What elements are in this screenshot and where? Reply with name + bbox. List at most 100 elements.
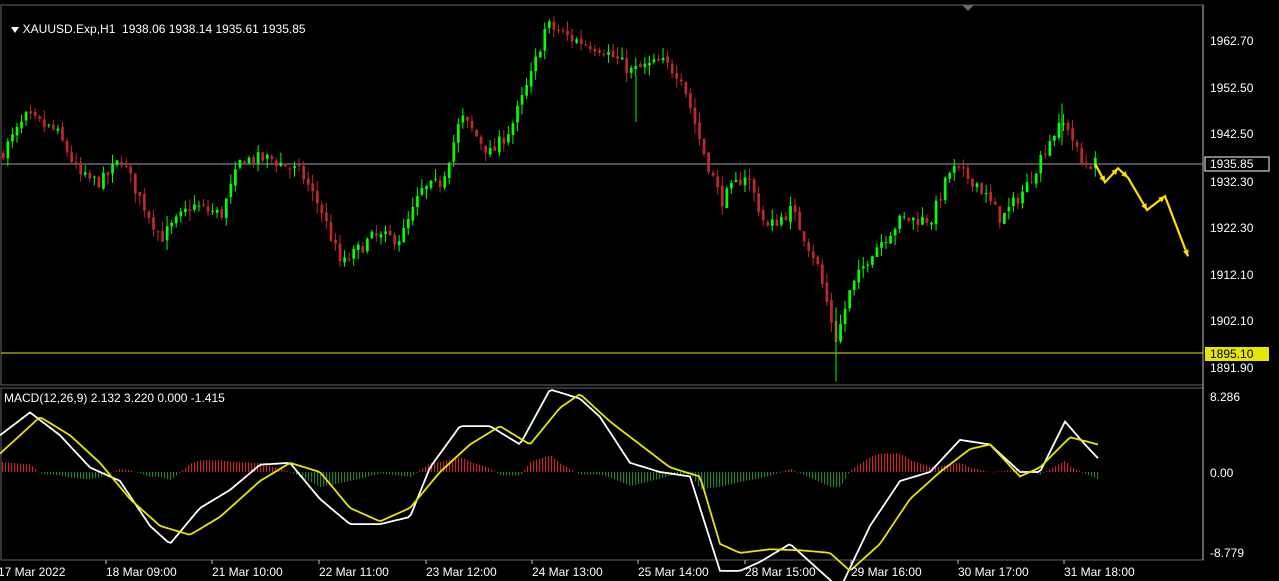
histogram-bar	[512, 472, 514, 476]
candle-body	[770, 219, 774, 226]
histogram-bar	[986, 471, 988, 472]
forecast-arrows[interactable]	[1094, 163, 1190, 257]
candle-body	[798, 211, 801, 230]
histogram-bar	[1094, 472, 1096, 478]
histogram-bar	[959, 462, 961, 472]
shift-marker-icon[interactable]	[962, 5, 974, 11]
histogram-bar	[317, 472, 319, 486]
histogram-bar	[35, 469, 37, 472]
histogram-bar	[569, 468, 571, 472]
candle-body	[871, 256, 874, 265]
candle-body	[202, 204, 205, 206]
candle-body	[707, 152, 710, 172]
histogram-bar	[152, 472, 154, 477]
histogram-bar	[170, 472, 172, 481]
histogram-bar	[761, 472, 763, 478]
histogram-bar	[641, 472, 643, 484]
candle-body	[607, 51, 610, 55]
candle-body	[689, 93, 692, 109]
histogram-bar	[419, 470, 421, 472]
histogram-bar	[995, 471, 997, 473]
histogram-bar	[794, 470, 796, 472]
histogram-bar	[1082, 472, 1084, 473]
candle-body	[538, 51, 542, 58]
histogram-bar	[227, 461, 229, 472]
histogram-bar	[938, 466, 940, 472]
candle-body	[962, 166, 965, 169]
histogram-bar	[344, 472, 346, 483]
histogram-bar	[62, 472, 64, 476]
histogram-bar	[116, 470, 118, 472]
candle-body	[288, 168, 292, 170]
histogram-bar	[779, 472, 781, 473]
histogram-bar	[50, 472, 52, 475]
time-label: 23 Mar 12:00	[426, 565, 497, 579]
histogram-bar	[827, 472, 829, 486]
histogram-bar	[734, 472, 736, 484]
candle-body	[993, 201, 997, 205]
candle-body	[634, 65, 638, 70]
histogram-bar	[1085, 472, 1087, 474]
histogram-bar	[161, 472, 163, 478]
histogram-bar	[383, 472, 385, 474]
histogram-bar	[788, 469, 790, 472]
histogram-bar	[713, 472, 715, 488]
histogram-bar	[509, 472, 511, 476]
candle-body	[661, 57, 665, 61]
histogram-bar	[719, 472, 721, 487]
candle-body	[684, 82, 688, 94]
histogram-bar	[623, 472, 625, 484]
histogram-bar	[47, 472, 49, 475]
candle-body	[406, 219, 410, 229]
candle-body	[429, 180, 433, 188]
histogram-bar	[962, 463, 964, 472]
histogram-bar	[191, 463, 193, 472]
candle-body	[420, 188, 424, 195]
candle-body	[980, 183, 983, 195]
histogram-bar	[137, 472, 139, 473]
candle-body	[952, 165, 956, 173]
histogram-bar	[404, 472, 406, 477]
histogram-bar	[185, 467, 187, 472]
histogram-bar	[401, 472, 403, 476]
histogram-bar	[29, 464, 31, 472]
candle-body	[620, 57, 624, 60]
histogram-bar	[1001, 471, 1003, 472]
dropdown-triangle-icon[interactable]	[10, 26, 19, 33]
histogram-bar	[215, 460, 217, 472]
histogram-bar	[617, 472, 619, 481]
candle-body	[711, 172, 715, 176]
candle-body	[502, 137, 506, 144]
histogram-bar	[767, 472, 769, 477]
candle-body	[548, 21, 551, 28]
histogram-bar	[209, 460, 211, 472]
histogram-bar	[911, 460, 913, 472]
histogram-bar	[956, 463, 958, 472]
histogram-bar	[806, 472, 808, 477]
candle-body	[329, 222, 333, 241]
chart-canvas[interactable]: 1962.70 1952.50 1942.50 1932.30 1922.30 …	[0, 0, 1279, 581]
histogram-bar	[335, 472, 337, 484]
histogram-bar	[83, 472, 85, 479]
histogram-bar	[542, 457, 544, 472]
histogram-bar	[704, 472, 706, 489]
histogram-bar	[998, 471, 1000, 472]
candle-body	[29, 111, 32, 114]
histogram-bar	[293, 472, 295, 474]
histogram-bar	[65, 472, 67, 477]
candle-body	[115, 160, 119, 165]
forecast-path[interactable]	[1094, 163, 1190, 257]
histogram-bar	[926, 465, 928, 472]
histogram-bar	[494, 471, 496, 472]
histogram-bar	[59, 472, 61, 476]
candle-body	[97, 176, 101, 188]
candle-body	[579, 38, 583, 44]
candle-body	[197, 205, 201, 207]
candle-body	[602, 53, 606, 56]
histogram-bar	[434, 462, 436, 472]
histogram-bar	[347, 472, 349, 482]
candle-body	[725, 188, 729, 209]
histogram-bar	[536, 459, 538, 472]
histogram-bar	[539, 458, 541, 472]
macd-tick: 8.286	[1210, 390, 1240, 404]
